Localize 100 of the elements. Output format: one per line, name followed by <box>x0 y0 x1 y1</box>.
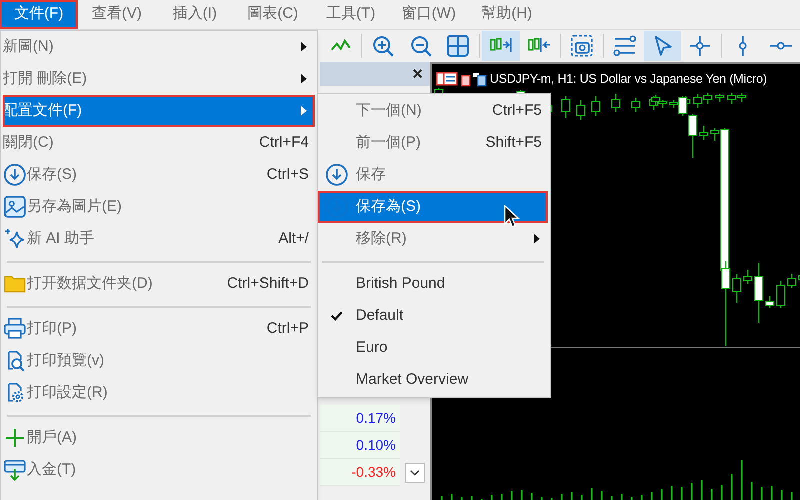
candle <box>754 263 764 323</box>
menu-bar-item[interactable]: 窗口(W) <box>390 0 468 29</box>
dropdown-button[interactable] <box>405 462 425 482</box>
table-cell: -0.33% <box>320 459 400 486</box>
table-cell: 0.17% <box>320 405 400 432</box>
menu-item[interactable]: 新 AI 助手 Alt+/ <box>3 223 315 255</box>
submenu-arrow-icon <box>534 234 540 244</box>
toolbar-button[interactable] <box>482 31 520 61</box>
sparkle-icon <box>3 227 27 251</box>
menu-item[interactable]: 打印(P) Ctrl+P <box>3 313 315 345</box>
bars-icon <box>460 71 488 88</box>
candle <box>716 94 724 102</box>
grid-icon <box>446 34 470 58</box>
menu-item[interactable]: 打印預覽(v) <box>3 345 315 377</box>
menu-item-label: 打印(P) <box>27 318 77 339</box>
printer-icon <box>3 317 27 341</box>
candle <box>576 100 586 120</box>
menu-item-label: 保存 <box>356 164 386 185</box>
menu-item-label: 入金(T) <box>27 460 76 480</box>
menu-item[interactable]: Euro <box>318 332 548 364</box>
menu-item[interactable]: 保存為(S) <box>318 191 548 223</box>
menu-item-label: 開戶(A) <box>27 428 77 448</box>
shortcut-label: Ctrl+F4 <box>259 132 310 153</box>
menu-item-label: 下一個(N) <box>356 100 422 121</box>
candle <box>700 126 708 140</box>
menu-item-label: 新 AI 助手 <box>27 228 95 249</box>
menu-item[interactable]: 打印設定(R) <box>3 377 315 409</box>
menu-bar-item[interactable]: 查看(V) <box>78 0 156 29</box>
menu-item[interactable]: 保存(S) Ctrl+S <box>3 159 315 191</box>
menu-bar-item[interactable]: 文件(F) <box>0 0 78 29</box>
candle <box>738 93 746 102</box>
submenu-arrow-icon <box>301 106 307 116</box>
menu-item[interactable]: 下一個(N) Ctrl+F5 <box>318 95 548 127</box>
menu-item[interactable]: 前一個(P) Shift+F5 <box>318 127 548 159</box>
menu-item-label: 另存為圖片(E) <box>27 196 122 217</box>
candle <box>612 94 620 112</box>
menu-item[interactable]: 另存為圖片(E) <box>3 191 315 223</box>
candle <box>788 274 796 288</box>
save-icon <box>3 163 27 187</box>
toolbar-button[interactable] <box>644 31 682 61</box>
menu-item[interactable]: British Pound <box>318 268 548 300</box>
menu-item[interactable]: 入金(T) <box>3 454 315 486</box>
menu-item-label: Market Overview <box>356 370 469 390</box>
image-icon <box>3 195 27 219</box>
menu-item[interactable]: 打开数据文件夹(D) Ctrl+Shift+D <box>3 268 315 300</box>
close-button[interactable]: ✕ <box>412 64 424 84</box>
menu-bar-item[interactable]: 圖表(C) <box>234 0 312 29</box>
checkmark-icon <box>331 311 343 321</box>
zoom-out-icon <box>408 34 433 58</box>
menu-item-label: 新圖(N) <box>3 36 54 57</box>
shortcut-label: Ctrl+S <box>266 164 310 185</box>
menu-item-label: 打印預覽(v) <box>27 350 104 371</box>
chevron-down-icon <box>410 470 420 476</box>
candle <box>704 93 712 104</box>
candle <box>592 96 600 116</box>
crosshair-icon <box>688 34 712 58</box>
candle <box>766 296 774 308</box>
chart-title: USDJPY-m, H1: US Dollar vs Japanese Yen (Micro) <box>490 71 768 88</box>
candle <box>562 96 570 118</box>
screenshot-icon <box>570 34 594 58</box>
shortcut-label: Ctrl+Shift+D <box>227 274 310 294</box>
table-cell: 0.10% <box>320 432 400 459</box>
menu-bar-item[interactable]: 工具(T) <box>312 0 390 29</box>
shortcut-label: Shift+F5 <box>486 132 543 153</box>
menu-item[interactable]: 移除(R) <box>318 223 548 255</box>
menu-item-label: 前一個(P) <box>356 132 421 153</box>
menu-bar-item[interactable]: 插入(I) <box>156 0 234 29</box>
candle <box>732 274 742 303</box>
menu-bar-item[interactable]: 幫助(H) <box>468 0 546 29</box>
menu-item[interactable]: 開戶(A) <box>3 422 315 454</box>
menu-item-label: British Pound <box>356 274 446 294</box>
menu-item[interactable]: 保存 <box>318 159 548 191</box>
submenu-arrow-icon <box>301 42 307 52</box>
table-icon <box>436 72 458 86</box>
menu-item[interactable]: 打開 刪除(E) <box>3 63 315 95</box>
menu-item[interactable]: 關閉(C) Ctrl+F4 <box>3 127 315 159</box>
mouse-cursor-icon <box>504 205 520 229</box>
menu-item-label: Euro <box>356 338 388 358</box>
candle <box>776 281 786 308</box>
candle <box>744 270 752 284</box>
menu-item[interactable]: 新圖(N) <box>3 31 315 63</box>
menu-item[interactable]: Default <box>318 300 548 332</box>
shortcut-label: Ctrl+F5 <box>492 100 543 121</box>
sliders-icon <box>612 34 637 58</box>
deposit-card-icon <box>3 458 27 482</box>
menu-item-label: 關閉(C) <box>3 132 54 153</box>
menu-item-label: 打印設定(R) <box>27 382 108 403</box>
menu-item-label: Default <box>356 306 404 326</box>
candle <box>632 98 640 112</box>
menu-item-label: 移除(R) <box>356 228 407 249</box>
candle <box>652 95 660 106</box>
shortcut-label: Ctrl+P <box>266 318 310 339</box>
menu-item-label: 保存(S) <box>27 164 77 185</box>
candle <box>694 94 702 108</box>
menu-item[interactable]: Market Overview <box>318 364 548 396</box>
candle <box>728 93 736 104</box>
zoom-in-icon <box>370 34 395 58</box>
shortcut-label: Alt+/ <box>278 228 310 249</box>
submenu-arrow-icon <box>301 74 307 84</box>
plus-icon <box>3 426 27 450</box>
